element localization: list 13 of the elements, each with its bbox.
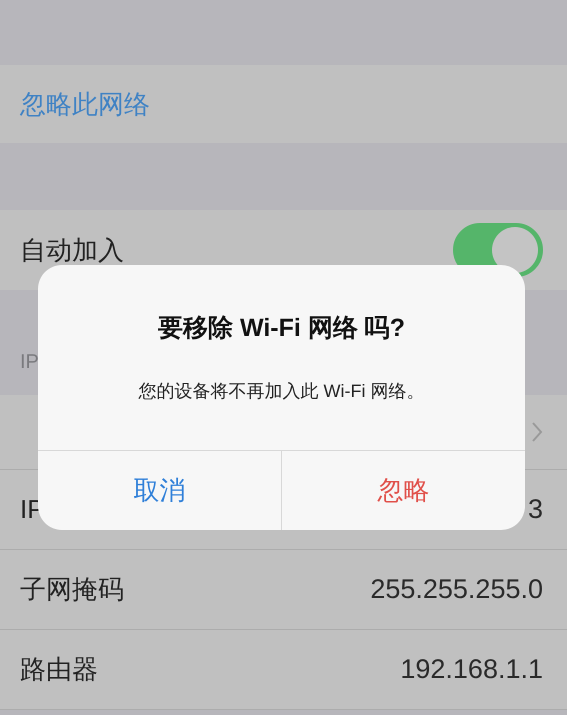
alert-message: 您的设备将不再加入此 Wi-Fi 网络。 [138,380,424,403]
ignore-button[interactable]: 忽略 [281,451,525,530]
cancel-button[interactable]: 取消 [38,451,281,530]
chevron-icon [531,421,543,443]
row-label: 路由器 [20,653,98,686]
row-value: 3 [528,493,543,526]
alert-title: 要移除 Wi-Fi 网络 吗? [158,313,405,344]
row-label: 自动加入 [20,234,124,266]
row-value: 192.168.1.1 [400,653,543,686]
list-row[interactable]: 忽略此网络 [0,65,567,143]
section-header: IP [20,350,39,375]
row-label: 子网掩码 [20,573,124,606]
row-value: 255.255.255.0 [370,573,543,606]
